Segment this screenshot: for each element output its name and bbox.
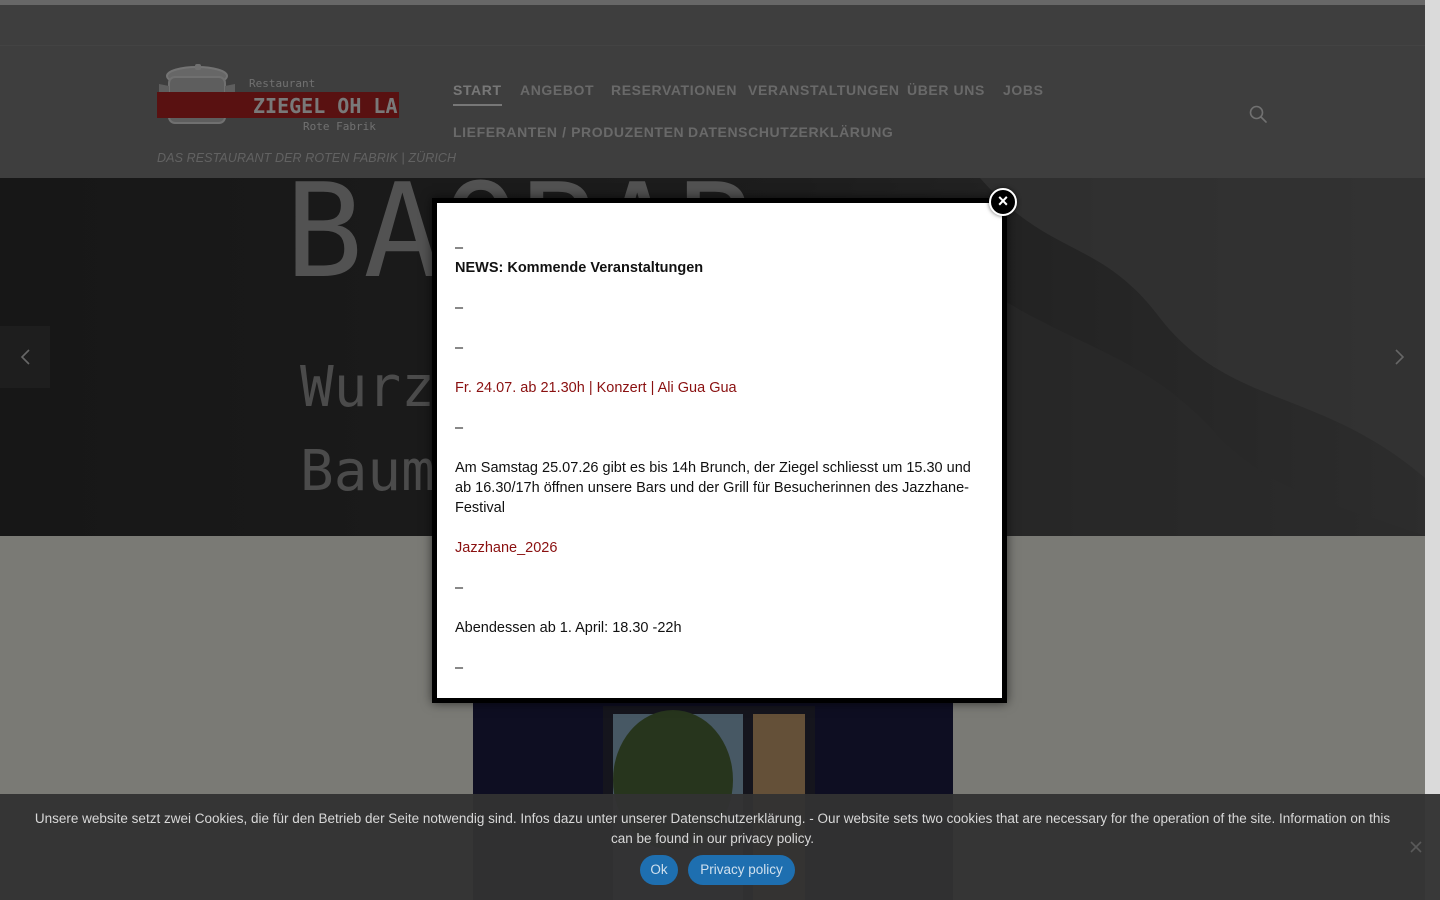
cookie-privacy-button[interactable]: Privacy policy xyxy=(688,855,795,885)
separator-dash: – xyxy=(455,420,464,436)
cookie-text: Unsere website setzt zwei Cookies, die f… xyxy=(34,811,1391,846)
event-link[interactable]: Fr. 24.07. ab 21.30h | Konzert | Ali Gua… xyxy=(455,378,985,398)
news-popup: – NEWS: Kommende Veranstaltungen – – Fr.… xyxy=(432,198,1007,703)
separator-dash: – xyxy=(455,340,464,356)
event-description: Am Samstag 25.07.26 gibt es bis 14h Brun… xyxy=(455,460,971,516)
popup-close-button[interactable]: × xyxy=(989,188,1017,216)
cookie-ok-button[interactable]: Ok xyxy=(640,855,678,885)
popup-title: NEWS: Kommende Veranstaltungen xyxy=(455,260,704,276)
jazzhane-link[interactable]: Jazzhane_2026 xyxy=(455,538,985,558)
separator-dash: – xyxy=(455,580,464,596)
separator-dash: – xyxy=(455,300,464,316)
close-icon[interactable] xyxy=(1408,839,1424,855)
page-scrollbar[interactable] xyxy=(1425,0,1440,900)
dinner-hours: Abendessen ab 1. April: 18.30 -22h xyxy=(455,620,682,636)
popup-content: – NEWS: Kommende Veranstaltungen – – Fr.… xyxy=(455,238,985,698)
separator-dash: – xyxy=(455,660,464,676)
separator-dash: – xyxy=(455,240,464,256)
cookie-banner: Unsere website setzt zwei Cookies, die f… xyxy=(0,794,1440,900)
